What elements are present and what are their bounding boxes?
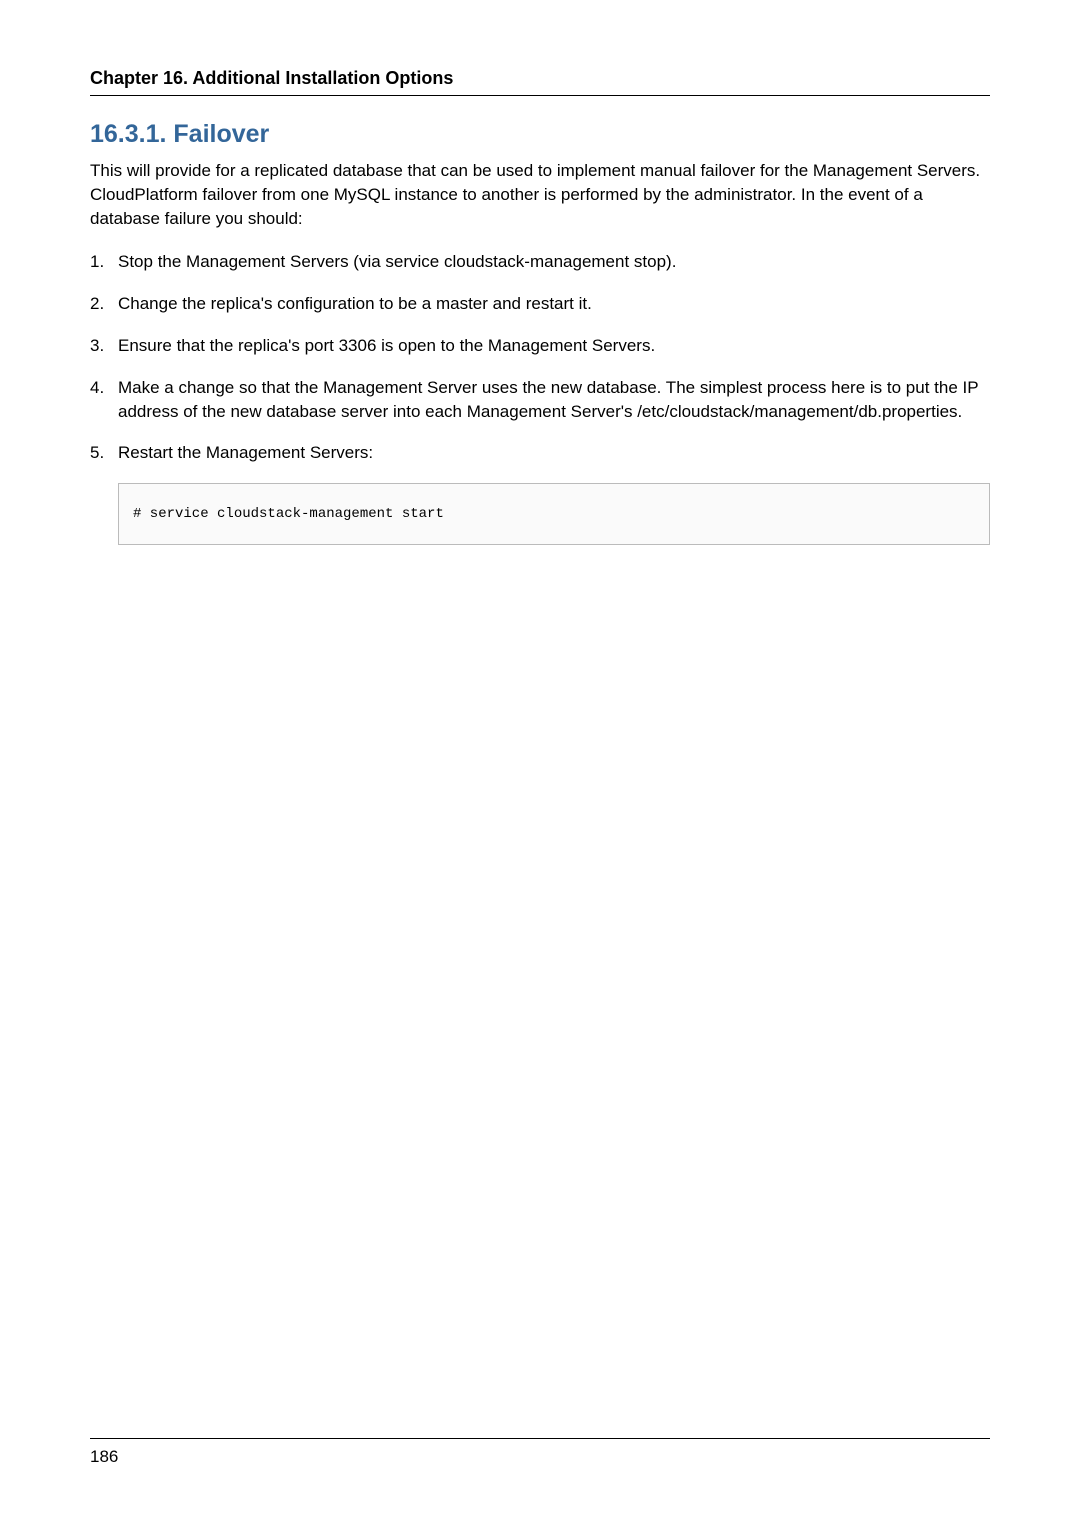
list-item: 1. Stop the Management Servers (via serv…	[90, 250, 990, 274]
step-number: 2.	[90, 292, 118, 316]
page-content: Chapter 16. Additional Installation Opti…	[0, 0, 1080, 545]
step-number: 5.	[90, 441, 118, 465]
chapter-header: Chapter 16. Additional Installation Opti…	[90, 68, 990, 96]
step-number: 1.	[90, 250, 118, 274]
code-block: # service cloudstack-management start	[118, 483, 990, 545]
step-text: Ensure that the replica's port 3306 is o…	[118, 334, 990, 358]
step-number: 3.	[90, 334, 118, 358]
step-text: Make a change so that the Management Ser…	[118, 376, 990, 424]
step-number: 4.	[90, 376, 118, 424]
section-heading: 16.3.1. Failover	[90, 120, 990, 149]
step-text: Change the replica's configuration to be…	[118, 292, 990, 316]
list-item: 3. Ensure that the replica's port 3306 i…	[90, 334, 990, 358]
step-text: Stop the Management Servers (via service…	[118, 250, 990, 274]
list-item: 4. Make a change so that the Management …	[90, 376, 990, 424]
step-text: Restart the Management Servers:	[118, 441, 990, 465]
intro-paragraph: This will provide for a replicated datab…	[90, 159, 990, 230]
page-footer: 186	[90, 1438, 990, 1467]
list-item: 2. Change the replica's configuration to…	[90, 292, 990, 316]
list-item: 5. Restart the Management Servers:	[90, 441, 990, 465]
step-list: 1. Stop the Management Servers (via serv…	[90, 250, 990, 465]
page-number: 186	[90, 1447, 118, 1466]
